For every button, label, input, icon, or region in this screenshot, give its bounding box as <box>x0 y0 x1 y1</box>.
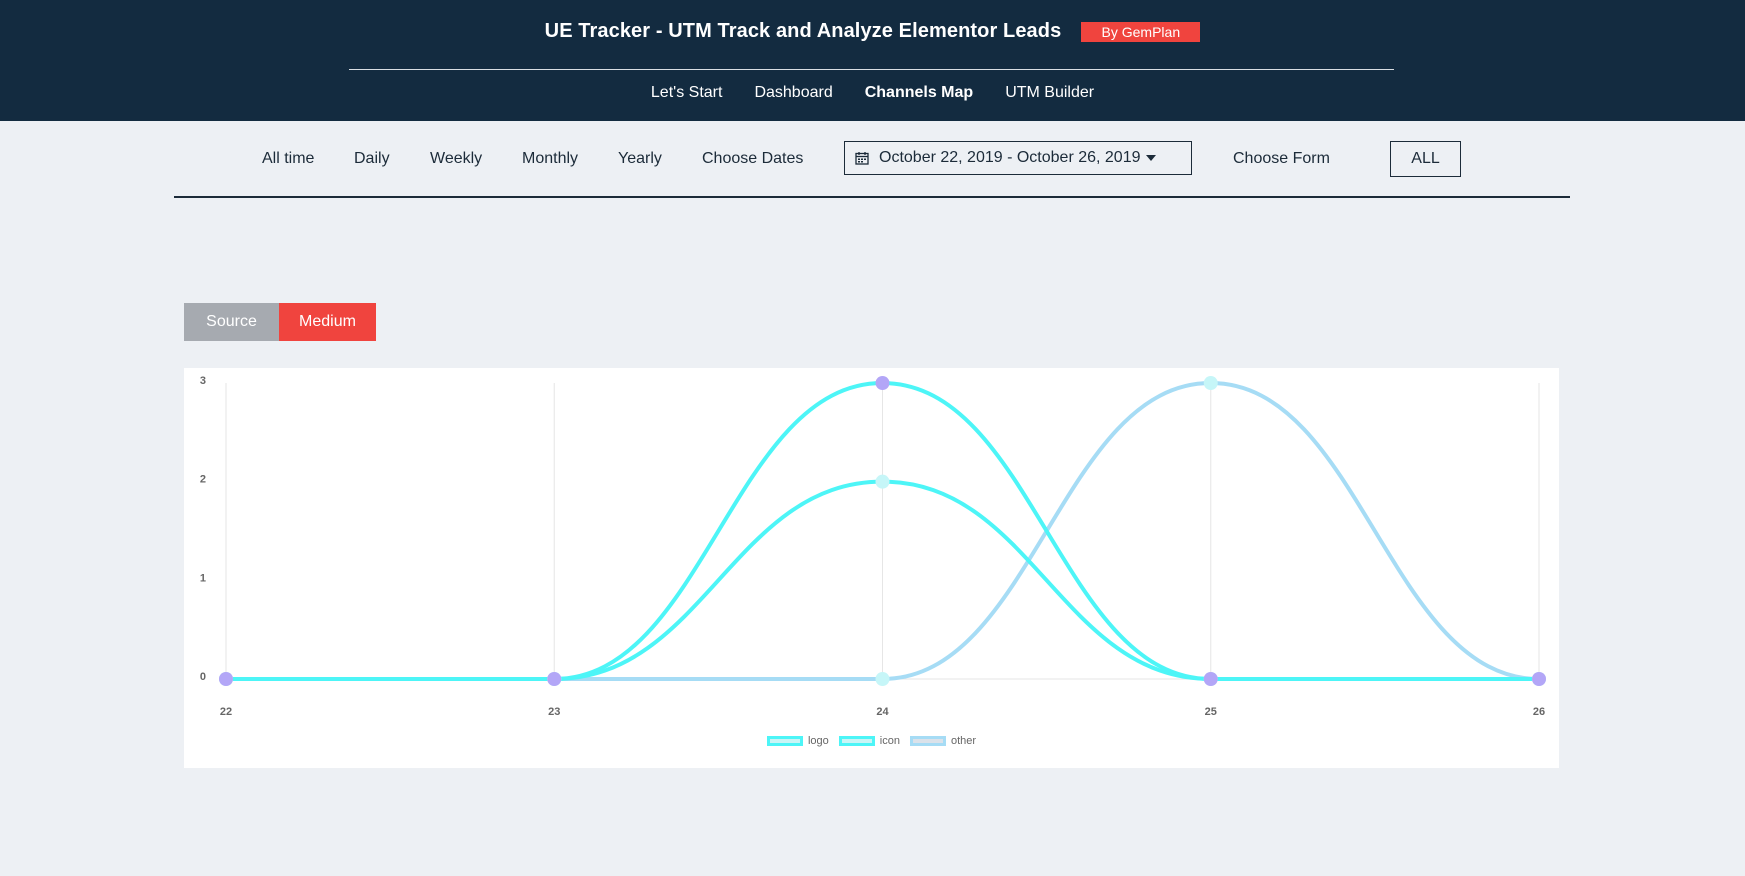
legend-label: logo <box>807 735 829 747</box>
legend-swatch <box>838 736 875 746</box>
form-select[interactable]: ALL <box>1390 141 1461 177</box>
filter-divider <box>174 196 1570 198</box>
data-point-logo <box>1532 672 1546 686</box>
filter-bar: All time Daily Weekly Monthly Yearly Cho… <box>0 141 1745 177</box>
source-button[interactable]: Source <box>184 303 279 341</box>
x-tick-label: 25 <box>1205 706 1217 718</box>
legend-swatch <box>909 736 946 746</box>
medium-button[interactable]: Medium <box>279 303 376 341</box>
data-point-icon <box>875 474 890 489</box>
x-tick-label: 22 <box>220 706 232 718</box>
data-point-logo <box>875 376 890 390</box>
x-tick-label: 24 <box>876 706 889 718</box>
channels-chart: 22 23 24 25 26 0 1 2 3 logo icon other <box>184 368 1559 768</box>
chart-legend: logo icon other <box>184 735 1559 747</box>
nav-channels-map[interactable]: Channels Map <box>865 84 973 102</box>
title-row: UE Tracker - UTM Track and Analyze Eleme… <box>0 20 1745 43</box>
nav-lets-start[interactable]: Let's Start <box>651 84 723 102</box>
data-point-logo <box>219 672 233 686</box>
app-title: UE Tracker - UTM Track and Analyze Eleme… <box>544 20 1062 42</box>
legend-swatch <box>766 736 803 746</box>
date-range-picker[interactable]: October 22, 2019 - October 26, 2019 <box>844 141 1192 175</box>
filter-daily[interactable]: Daily <box>354 150 390 168</box>
nav-utm-builder[interactable]: UTM Builder <box>1005 84 1094 102</box>
filter-monthly[interactable]: Monthly <box>522 150 578 168</box>
calendar-icon <box>855 152 869 165</box>
data-point-logo <box>547 672 562 686</box>
filter-yearly[interactable]: Yearly <box>618 150 662 168</box>
nav-dashboard[interactable]: Dashboard <box>754 84 832 102</box>
y-tick-label: 2 <box>200 474 206 486</box>
data-point-other <box>875 672 890 686</box>
legend-item-logo[interactable]: logo <box>766 735 829 747</box>
x-tick-label: 23 <box>548 706 560 718</box>
y-tick-label: 1 <box>200 572 206 584</box>
line-chart: 22 23 24 25 260123 <box>200 375 1546 718</box>
data-point-logo <box>1203 672 1218 686</box>
app-header: UE Tracker - UTM Track and Analyze Eleme… <box>0 0 1745 121</box>
caret-down-icon <box>1145 155 1156 161</box>
legend-item-icon[interactable]: icon <box>838 735 900 747</box>
legend-label: other <box>950 735 977 747</box>
filter-weekly[interactable]: Weekly <box>430 150 482 168</box>
legend-item-other[interactable]: other <box>909 735 977 747</box>
filter-all-time[interactable]: All time <box>262 150 314 168</box>
y-tick-label: 3 <box>200 375 206 387</box>
y-tick-label: 0 <box>200 671 206 683</box>
source-medium-toggle: Source Medium <box>184 303 376 341</box>
choose-form-label: Choose Form <box>1233 150 1330 167</box>
data-point-other <box>1203 376 1218 390</box>
x-tick-label: 26 <box>1533 706 1545 718</box>
header-divider <box>349 69 1394 70</box>
legend-label: icon <box>879 735 900 747</box>
by-gemplan-badge[interactable]: By GemPlan <box>1081 21 1201 42</box>
main-nav: Let's Start Dashboard Channels Map UTM B… <box>0 84 1745 102</box>
filter-choose-dates[interactable]: Choose Dates <box>702 150 803 168</box>
date-range-value: October 22, 2019 - October 26, 2019 <box>879 149 1141 166</box>
